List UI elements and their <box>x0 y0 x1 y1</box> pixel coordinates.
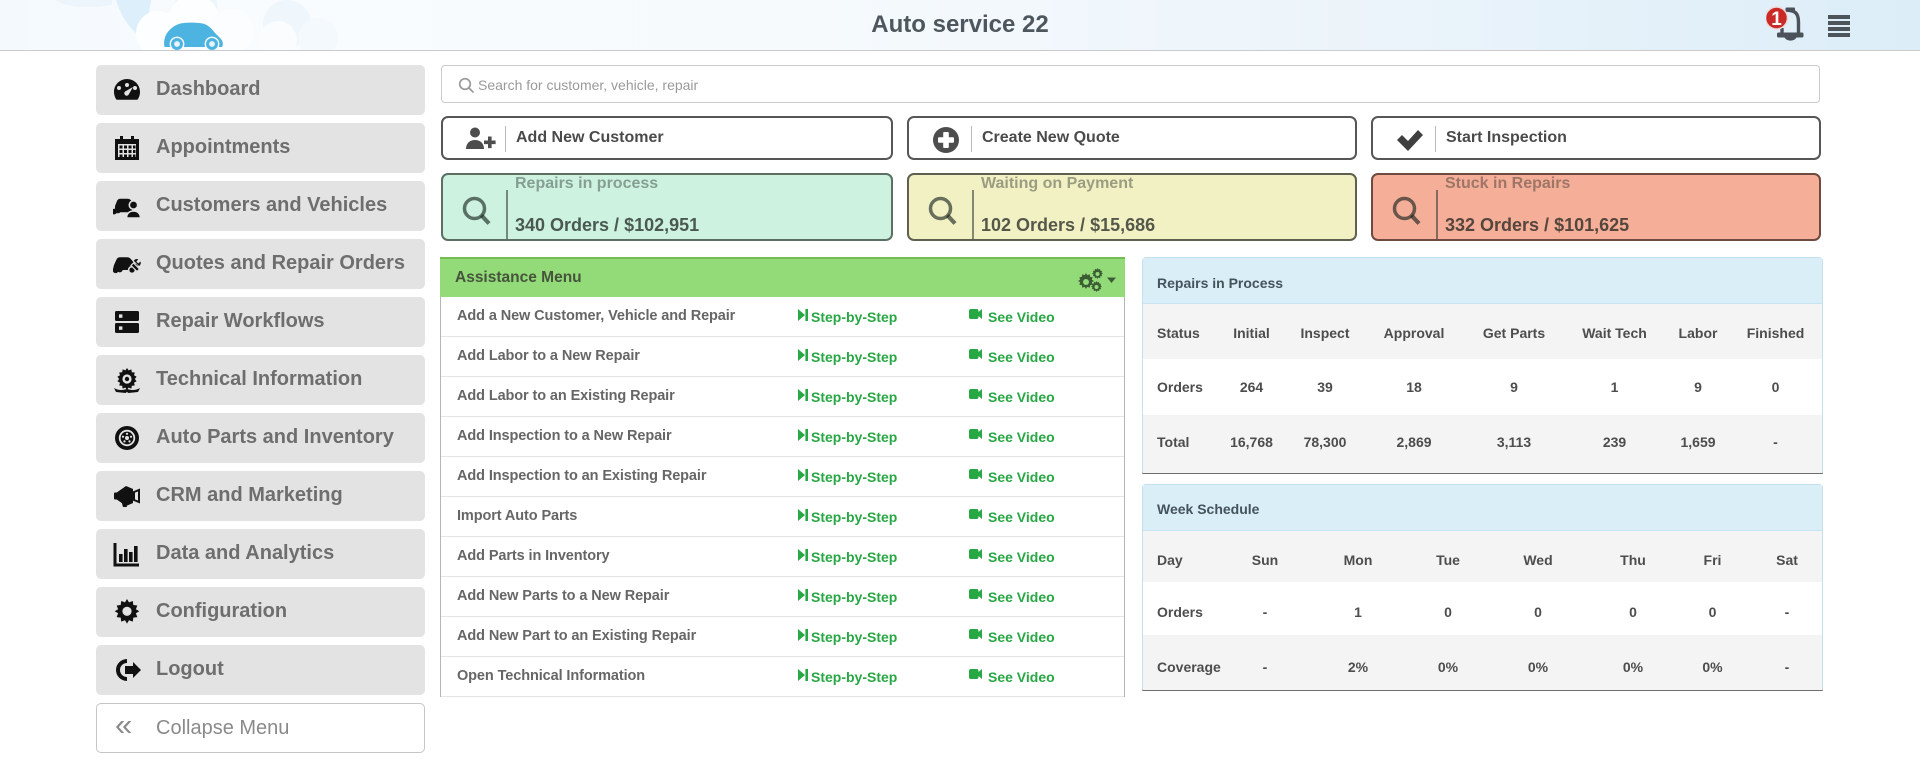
svg-text:1: 1 <box>1771 9 1782 30</box>
